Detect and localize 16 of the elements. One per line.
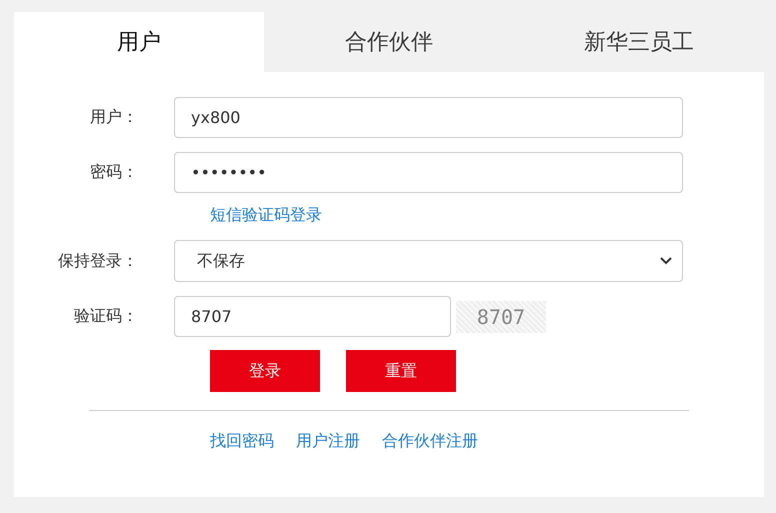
field-label: 保持登录：: [57, 250, 139, 272]
field-label: 验证码：: [73, 306, 139, 327]
keep-login-dropdown[interactable]: 不保存: [174, 240, 683, 282]
footer-link[interactable]: 合作伙伴注册: [382, 431, 478, 452]
field-label: 密码：: [89, 162, 139, 183]
reset-button[interactable]: 重置: [346, 350, 456, 392]
field-label: 用户：: [89, 107, 139, 128]
tab[interactable]: 用户: [14, 12, 264, 72]
login-button[interactable]: 登录: [210, 350, 320, 392]
captcha-field[interactable]: 8707: [174, 296, 451, 337]
footer-link[interactable]: 找回密码: [210, 431, 274, 452]
chevron-down-icon: [660, 257, 672, 265]
sms-login-link[interactable]: 短信验证码登录: [210, 205, 322, 226]
username-field[interactable]: yx800: [174, 97, 683, 138]
password-field[interactable]: ••••••••: [174, 152, 683, 193]
footer-link[interactable]: 用户注册: [296, 431, 360, 452]
